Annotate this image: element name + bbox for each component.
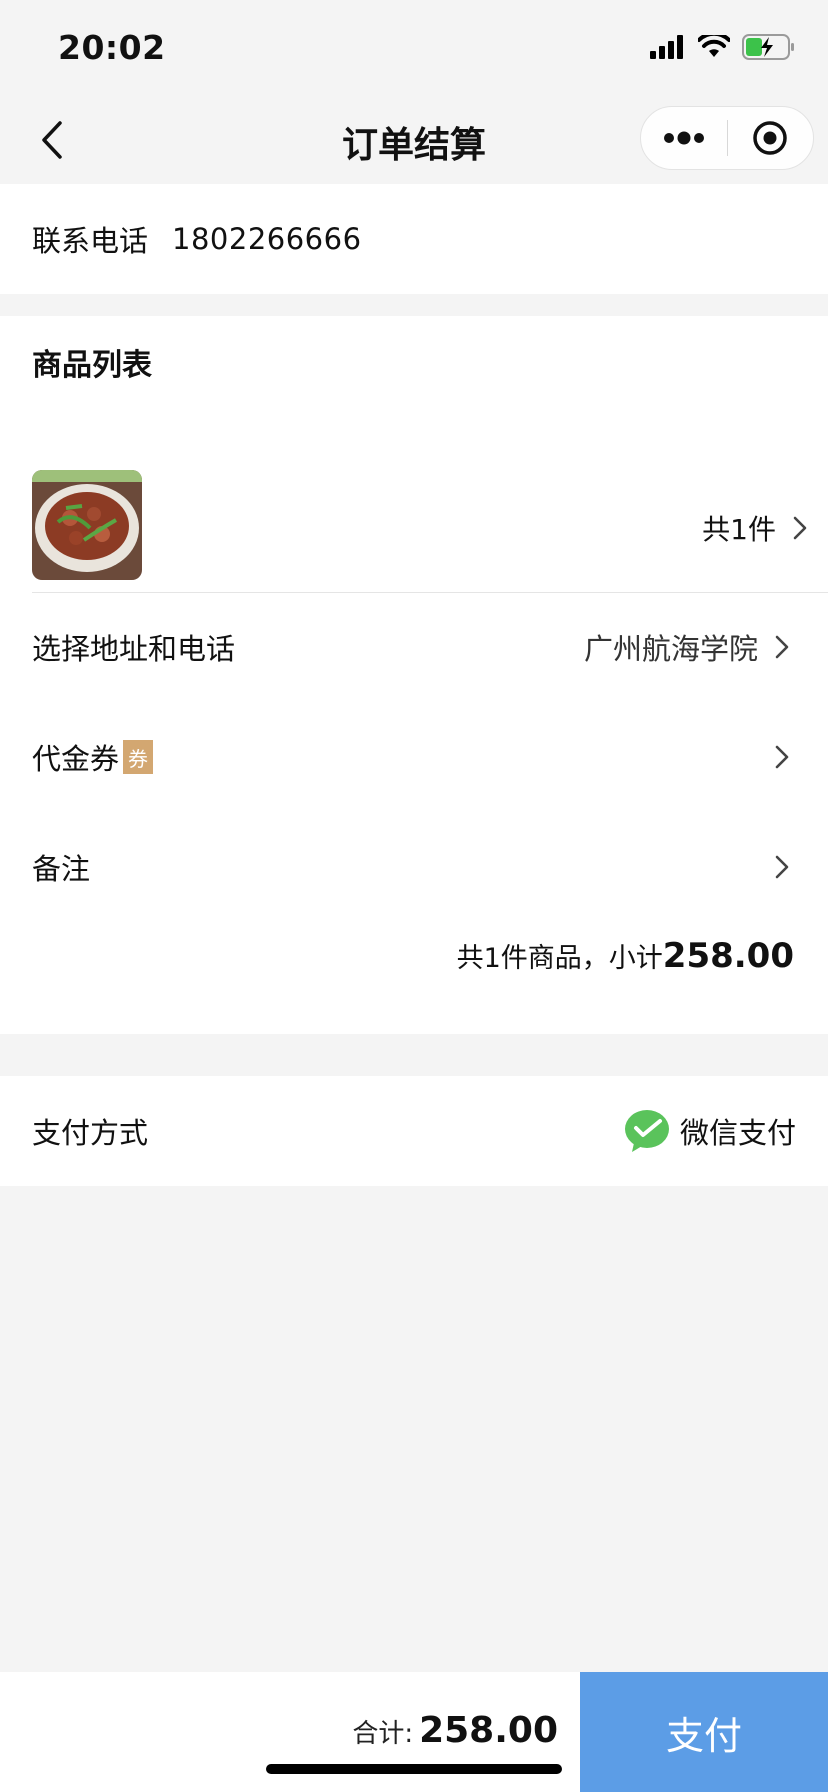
chevron-right-icon (775, 635, 789, 659)
chevron-right-icon (793, 516, 807, 540)
more-button[interactable] (641, 107, 727, 169)
wifi-icon (698, 35, 730, 57)
goods-item-row[interactable]: 共1件 (0, 466, 828, 594)
goods-count-label: 共1件 (702, 513, 776, 546)
payment-method-label: 支付方式 (32, 1116, 149, 1150)
close-miniprogram-button[interactable] (728, 107, 814, 169)
total-label: 合计: (352, 1719, 414, 1749)
voucher-label: 代金券 (32, 742, 120, 776)
cellular-signal-icon (650, 35, 683, 59)
wechat-pay-icon (624, 1110, 669, 1152)
battery-charging-icon (742, 34, 794, 60)
contact-phone-label: 联系电话 (32, 224, 149, 258)
home-indicator (266, 1764, 562, 1774)
voucher-row[interactable]: 代金券 券 (0, 702, 828, 812)
status-icons (650, 34, 796, 60)
note-row[interactable]: 备注 (0, 812, 828, 922)
voucher-value-wrap (758, 743, 796, 771)
order-total: 合计: 258.00 (352, 1710, 558, 1751)
note-label: 备注 (32, 852, 91, 886)
payment-method-row[interactable]: 支付方式 微信支付 (0, 1076, 828, 1186)
pay-button[interactable]: 支付 (580, 1672, 828, 1792)
contact-phone-card: 联系电话 1802266666 (0, 184, 828, 294)
total-amount: 258.00 (419, 1710, 558, 1751)
contact-phone-row: 联系电话 1802266666 (0, 184, 828, 294)
address-row[interactable]: 选择地址和电话 广州航海学院 (0, 592, 828, 702)
target-circle-icon (753, 121, 787, 155)
payment-method-value: 微信支付 (679, 1116, 796, 1150)
product-thumbnail (32, 470, 142, 580)
checkout-bottom-bar: 合计: 258.00 支付 (0, 1672, 828, 1792)
note-value-wrap (758, 853, 796, 881)
chevron-right-icon (775, 745, 789, 769)
goods-card: 商品列表 共1件 选择地址和电话 广州航海学院 代金券 券 备注 共1件商品，小… (0, 316, 828, 1034)
goods-count: 共1件 (702, 508, 814, 548)
subtotal-amount: 258.00 (662, 936, 794, 976)
miniprogram-capsule (640, 106, 814, 170)
address-label: 选择地址和电话 (32, 632, 236, 666)
address-value-wrap: 广州航海学院 (584, 626, 796, 668)
contact-phone-number: 1802266666 (172, 222, 362, 256)
more-dots-icon (663, 131, 704, 145)
payment-method-card: 支付方式 微信支付 (0, 1076, 828, 1186)
status-time: 20:02 (58, 28, 166, 67)
address-value: 广州航海学院 (583, 632, 758, 666)
status-bar: 20:02 (0, 0, 828, 96)
voucher-badge: 券 (123, 740, 154, 774)
chevron-right-icon (775, 855, 789, 879)
nav-bar: 订单结算 (0, 96, 828, 184)
goods-list-title: 商品列表 (32, 348, 152, 383)
subtotal: 共1件商品，小计 258.00 (457, 936, 794, 976)
wechat-pay-option: 微信支付 (624, 1109, 796, 1153)
subtotal-prefix: 共1件商品，小计 (456, 943, 663, 974)
order-checkout-page: 20:02 订单结算 联系电话 1802266666 商品列表 共1件 选择地址… (0, 0, 828, 1792)
